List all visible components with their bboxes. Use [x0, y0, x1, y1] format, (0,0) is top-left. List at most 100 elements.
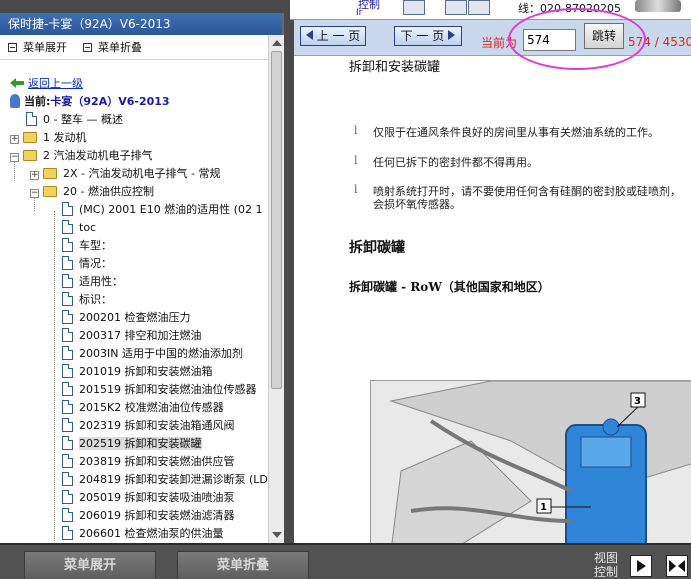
top-strip: 控制 Ir 线：020-87020205	[290, 0, 691, 20]
section-title: 拆卸碳罐	[349, 240, 405, 256]
document-icon	[62, 202, 73, 216]
folder-open-icon	[43, 186, 57, 197]
document-icon	[62, 310, 73, 324]
tree-item[interactable]: (MC) 2001 E10 燃油的适用性 (02 1	[62, 201, 262, 219]
current-node: 当前:卡宴（92A）V6-2013	[10, 93, 170, 111]
note-bullet: ⅼ 喷射系统打开时，请不要使用任何含有硅酮的密封胶或硅喷剂，	[354, 183, 681, 198]
brand-logo	[635, 0, 681, 12]
folder-icon	[43, 168, 57, 179]
expand-plus-icon[interactable]: +	[30, 171, 39, 180]
tree-item-label: 201019 拆卸和安装燃油箱	[79, 365, 213, 378]
tree-item[interactable]: +2X - 汽油发动机电子排气 - 常规	[30, 165, 220, 183]
note-text: 任何已拆下的密封件都不得再用。	[373, 156, 538, 169]
collapse-minus-icon[interactable]: −	[30, 189, 39, 198]
document-icon	[62, 364, 73, 378]
collapse-all-icon	[83, 42, 92, 52]
tree-item-label: 206019 拆卸和安装燃油滤清器	[79, 509, 235, 522]
view-control-label: 视图控制	[594, 551, 619, 579]
document-icon	[62, 508, 73, 522]
tree-item[interactable]: 204819 拆卸和安装卸泄漏诊断泵 (LD	[62, 471, 268, 489]
tree-item-label: 202319 拆卸和安装油箱通风阀	[79, 419, 235, 432]
top-nav-button-2[interactable]	[445, 0, 467, 15]
tree-item[interactable]: 2003IN 适用于中国的燃油添加剂	[62, 345, 243, 363]
sidebar-expand-label: 菜单展开	[23, 41, 67, 54]
document-icon	[62, 238, 73, 252]
tree-item-label: 200317 排空和加注燃油	[79, 329, 202, 342]
note-text: 仅限于在通风条件良好的房间里从事有关燃油系统的工作。	[373, 126, 659, 139]
back-link-label: 返回上一级	[28, 77, 83, 90]
folder-open-icon	[23, 150, 37, 161]
document-icon	[62, 274, 73, 288]
split-arrows-icon	[669, 560, 685, 572]
current-label: 当前:	[24, 95, 51, 108]
expand-all-icon	[8, 42, 17, 52]
top-nav-button-3[interactable]	[468, 0, 490, 15]
tree-item[interactable]: 车型：	[62, 237, 112, 255]
document-icon	[62, 220, 73, 234]
tree-item[interactable]: 2015K2 校准燃油油位传感器	[62, 399, 224, 417]
tree-item-label: 2003IN 适用于中国的燃油添加剂	[79, 347, 243, 360]
tree-item[interactable]: 201519 拆卸和安装燃油油位传感器	[62, 381, 257, 399]
tree-item[interactable]: +1 发动机	[10, 129, 87, 147]
car-icon	[10, 94, 20, 108]
tree-item-label: (MC) 2001 E10 燃油的适用性 (02 1	[79, 203, 263, 216]
left-panel: 保时捷-卡宴（92A）V6-2013 菜单展开 菜单折叠 返回上一级 当前:卡宴…	[0, 13, 284, 543]
document-icon	[62, 382, 73, 396]
tree-item[interactable]: 情况：	[62, 255, 112, 273]
prev-page-button[interactable]: 上 一 页	[300, 26, 366, 46]
sidebar-menu-row: 菜单展开 菜单折叠	[0, 35, 282, 60]
view-split-button[interactable]	[666, 555, 688, 577]
tree-item-label: toc	[79, 221, 97, 234]
sidebar-expand-button[interactable]: 菜单展开	[8, 39, 67, 55]
bottom-expand-button[interactable]: 菜单展开	[24, 551, 156, 579]
tree-item-label: 206601 检查燃油泵的供油量	[79, 527, 224, 540]
tree-item[interactable]: 205019 拆卸和安装吸油喷油泵	[62, 489, 235, 507]
tree-item[interactable]: 200317 排空和加注燃油	[62, 327, 202, 345]
tree-item[interactable]: 206019 拆卸和安装燃油滤清器	[62, 507, 235, 525]
top-nav-button-1[interactable]	[403, 0, 425, 15]
tree-item[interactable]: 203819 拆卸和安装燃油供应管	[62, 453, 235, 471]
note-bullet: ⅼ 任何已拆下的密封件都不得再用。	[354, 154, 538, 169]
note-text: 会损坏氧传感器。	[373, 198, 461, 211]
back-link[interactable]: 返回上一级	[10, 75, 83, 93]
tree-item-label: 204819 拆卸和安装卸泄漏诊断泵 (LD	[79, 473, 268, 486]
tree-item[interactable]: − 2 汽油发动机电子排气	[10, 147, 153, 165]
expand-plus-icon[interactable]: +	[10, 135, 19, 144]
document-icon	[62, 256, 73, 270]
tree-item[interactable]: 标识：	[62, 291, 112, 309]
bottom-collapse-button[interactable]: 菜单折叠	[177, 551, 309, 579]
tree-item[interactable]: − 20 - 燃油供应控制	[30, 183, 154, 201]
tree-item[interactable]: 200201 检查燃油压力	[62, 309, 191, 327]
scrollbar-thumb[interactable]	[271, 51, 282, 389]
scroll-up-icon[interactable]	[272, 40, 282, 46]
sidebar-scrollbar[interactable]	[268, 35, 284, 543]
tree-item-label: 1 发动机	[43, 131, 87, 144]
control-sub-label: Ir	[356, 8, 363, 18]
tree-item[interactable]: 201019 拆卸和安装燃油箱	[62, 363, 213, 381]
tree-item[interactable]: toc	[62, 219, 96, 237]
canister-illustration: 3 1	[371, 381, 691, 543]
tree-item[interactable]: 适用性：	[62, 273, 123, 291]
scroll-down-icon[interactable]	[272, 532, 282, 538]
document-icon	[62, 472, 73, 486]
document-icon	[62, 346, 73, 360]
document-icon	[62, 436, 73, 450]
tree-item[interactable]: 206601 检查燃油泵的供油量	[62, 525, 224, 543]
sidebar-collapse-button[interactable]: 菜单折叠	[83, 39, 142, 55]
back-arrow-icon	[10, 78, 24, 88]
tree-item[interactable]: 202319 拆卸和安装油箱通风阀	[62, 417, 235, 435]
collapse-minus-icon[interactable]: −	[10, 153, 19, 162]
next-page-label: 下 一 页	[400, 29, 445, 43]
tree-item[interactable]: 0 - 整车 — 概述	[26, 111, 123, 129]
sidebar-title: 保时捷-卡宴（92A）V6-2013	[0, 13, 282, 35]
tree-item-label: 200201 检查燃油压力	[79, 311, 191, 324]
current-value: 卡宴（92A）V6-2013	[50, 95, 170, 108]
next-page-button[interactable]: 下 一 页	[394, 26, 462, 46]
folder-icon	[23, 132, 37, 143]
app-window: 控制 Ir 线：020-87020205 保时捷-卡宴（92A）V6-2013 …	[0, 0, 691, 579]
tree-item-selected[interactable]: 202519 拆卸和安装碳罐	[62, 435, 202, 453]
view-next-button[interactable]	[630, 555, 652, 577]
subsection-title: 拆卸碳罐 - RoW（其他国家和地区）	[349, 280, 550, 294]
prev-arrow-icon	[305, 30, 313, 40]
document-icon	[62, 526, 73, 540]
